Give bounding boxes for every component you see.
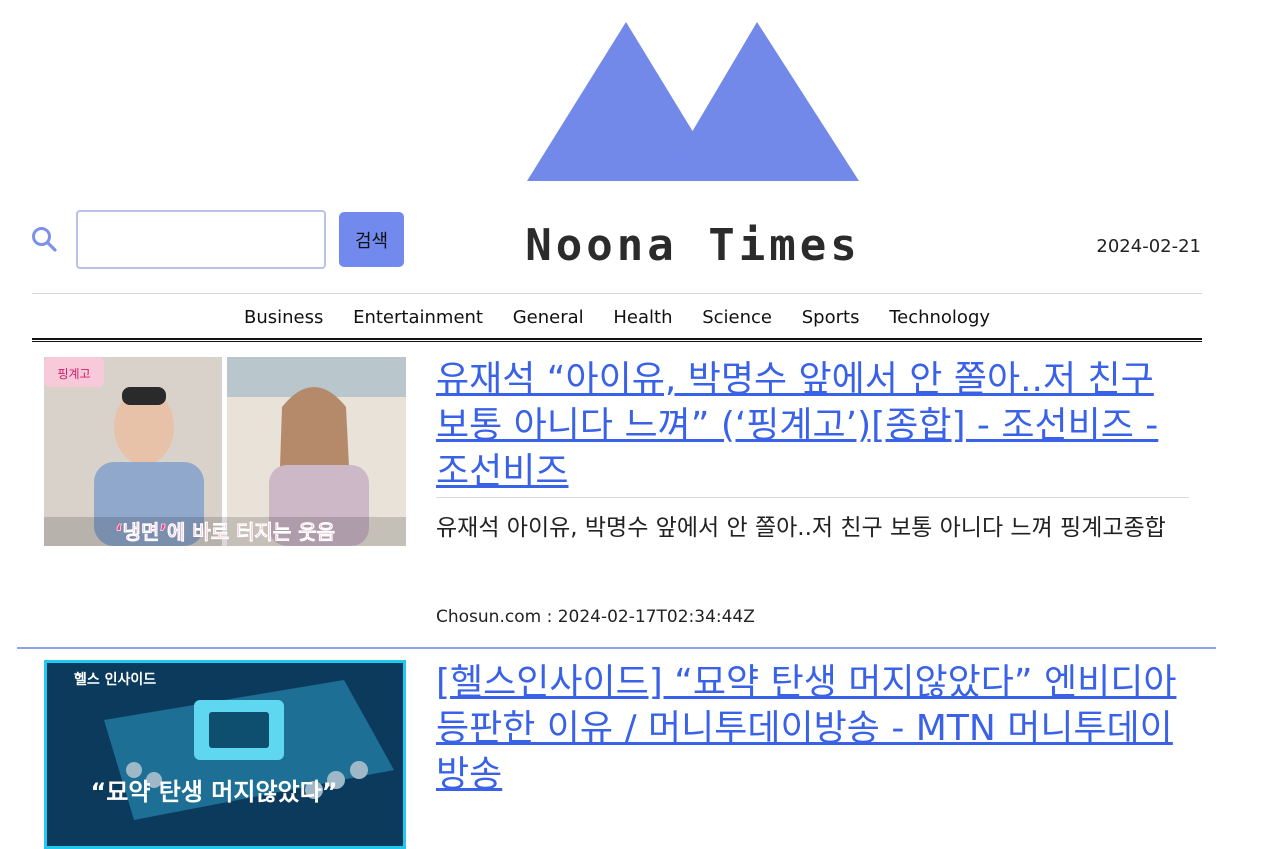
article-card: 헬스 인사이드 “묘약 탄생 머지않았다” [헬스인사이드] “묘약 탄생 머지… bbox=[17, 660, 1216, 849]
search-input[interactable] bbox=[76, 210, 326, 269]
nav-item-health[interactable]: Health bbox=[613, 305, 672, 331]
category-nav: Business Entertainment General Health Sc… bbox=[32, 305, 1202, 331]
nav-item-entertainment[interactable]: Entertainment bbox=[353, 305, 483, 331]
nav-item-business[interactable]: Business bbox=[244, 305, 323, 331]
thumb-caption-text: “묘약 탄생 머지않았다” bbox=[91, 778, 338, 806]
article-title: 유재석 “아이유, 박명수 앞에서 안 쫄아..저 친구 보통 아니다 느껴” … bbox=[436, 357, 1188, 495]
search-icon[interactable] bbox=[31, 226, 57, 252]
article-title: [헬스인사이드] “묘약 탄생 머지않았다” 엔비디아 등판한 이유 / 머니투… bbox=[436, 660, 1188, 798]
article-title-link[interactable]: [헬스인사이드] “묘약 탄생 머지않았다” 엔비디아 등판한 이유 / 머니투… bbox=[436, 662, 1176, 795]
header-divider bbox=[32, 293, 1202, 294]
nav-divider bbox=[32, 338, 1202, 342]
article-card: 핑계고 ‘냉면’에 바로 터지는 웃음 유재석 “아이유, 박명수 앞에서 안 … bbox=[17, 357, 1216, 649]
thumb-caption-text: ‘냉면’에 바로 터지는 웃음 bbox=[115, 520, 335, 544]
nav-item-technology[interactable]: Technology bbox=[889, 305, 990, 331]
site-title: Noona Times bbox=[525, 220, 861, 271]
article-description: 유재석 아이유, 박명수 앞에서 안 쫄아..저 친구 보통 아니다 느껴 핑계… bbox=[436, 515, 1166, 541]
nav-item-science[interactable]: Science bbox=[702, 305, 772, 331]
search-button[interactable]: 검색 bbox=[339, 212, 404, 267]
article-thumbnail[interactable]: 핑계고 ‘냉면’에 바로 터지는 웃음 bbox=[44, 357, 406, 546]
article-divider bbox=[436, 497, 1189, 498]
article-source: Chosun.com bbox=[436, 607, 542, 627]
nav-item-general[interactable]: General bbox=[513, 305, 584, 331]
thumb-badge-text: 헬스 인사이드 bbox=[74, 671, 156, 688]
nav-item-sports[interactable]: Sports bbox=[802, 305, 860, 331]
article-meta-separator: : bbox=[546, 607, 553, 627]
article-published: 2024-02-17T02:34:44Z bbox=[557, 607, 755, 627]
current-date: 2024-02-21 bbox=[1096, 236, 1201, 257]
mountain-logo-icon bbox=[527, 22, 859, 181]
article-title-link[interactable]: 유재석 “아이유, 박명수 앞에서 안 쫄아..저 친구 보통 아니다 느껴” … bbox=[436, 359, 1158, 492]
thumb-badge-text: 핑계고 bbox=[57, 367, 90, 381]
article-meta: Chosun.com : 2024-02-17T02:34:44Z bbox=[436, 607, 755, 627]
article-thumbnail[interactable]: 헬스 인사이드 “묘약 탄생 머지않았다” bbox=[44, 660, 406, 849]
